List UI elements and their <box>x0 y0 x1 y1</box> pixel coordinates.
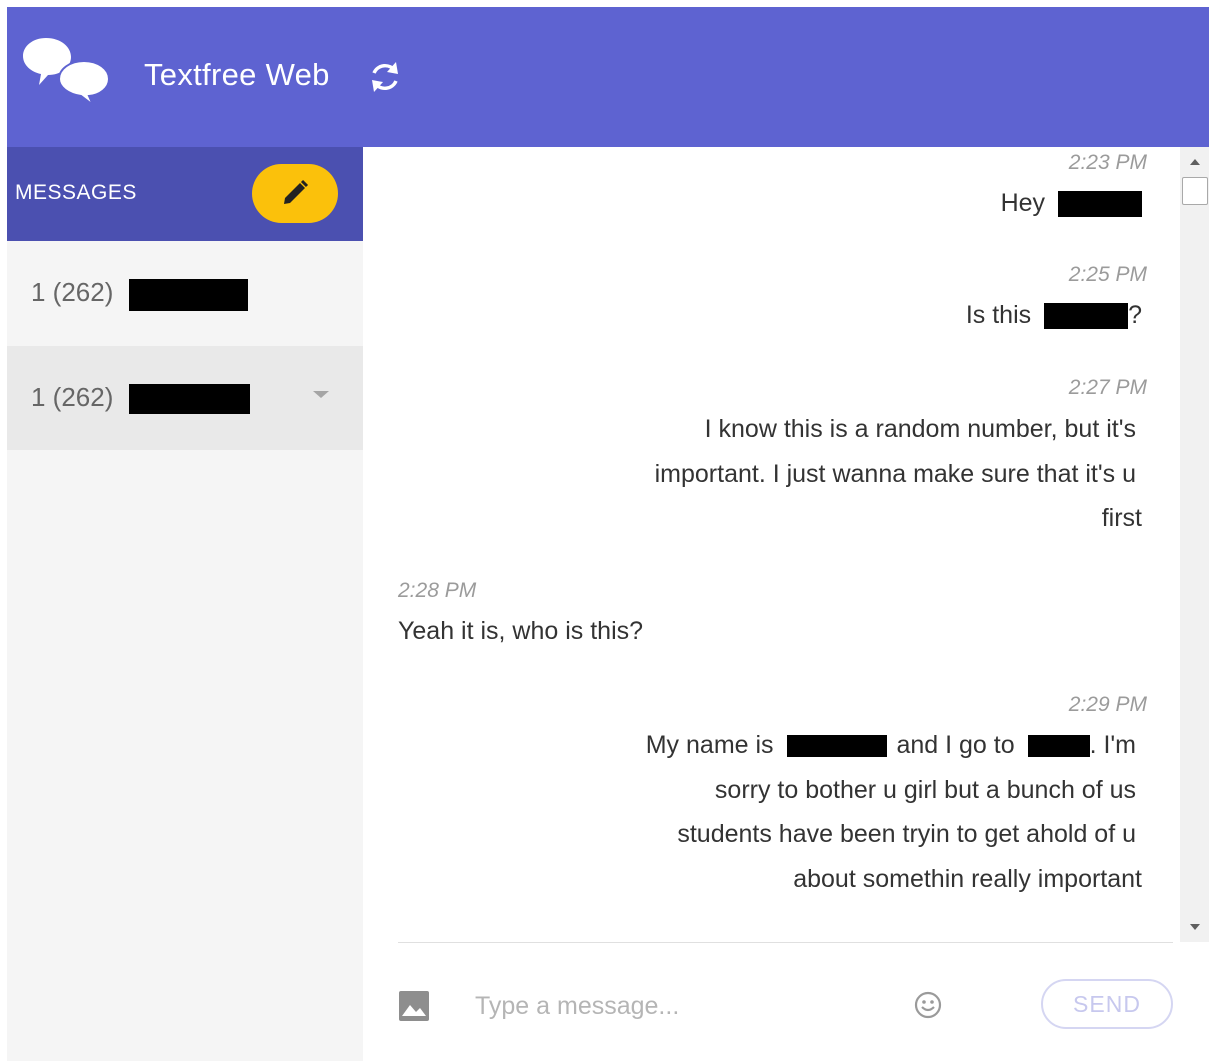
refresh-icon[interactable] <box>365 57 405 97</box>
conversation-item[interactable]: 1 (262) <box>7 241 363 345</box>
message-line: important. I just wanna make sure that i… <box>654 460 1136 488</box>
chat-panel: 2:23 PM Hey 2:25 PM Is this ? 2:27 PM I … <box>363 147 1209 1061</box>
send-button[interactable]: SEND <box>1041 979 1173 1029</box>
message-timestamp: 2:28 PM <box>398 579 477 602</box>
conversation-number: 1 (262) <box>31 382 114 412</box>
scroll-up-arrow[interactable] <box>1190 159 1200 165</box>
message-text: Hey <box>1000 189 1046 217</box>
message-timestamp: 2:29 PM <box>1068 693 1147 716</box>
pencil-icon <box>284 179 309 204</box>
messages-label: MESSAGES <box>15 181 137 204</box>
redacted-number <box>129 279 248 311</box>
outgoing-message: Is this ? <box>966 301 1142 330</box>
scrollbar[interactable] <box>1180 147 1209 942</box>
image-icon[interactable] <box>398 990 430 1022</box>
app-window: Textfree Web MESSAGES 1 (262) 1 (262) 2:… <box>7 7 1209 1061</box>
redacted-text <box>1058 191 1142 218</box>
message-line: My name is and I go to . I'm <box>646 731 1136 760</box>
message-line: first <box>1101 504 1142 532</box>
sidebar: MESSAGES 1 (262) 1 (262) <box>7 147 363 1061</box>
message-text: Is this <box>965 301 1032 329</box>
conversation-item-selected[interactable]: 1 (262) <box>7 346 363 450</box>
scroll-thumb[interactable] <box>1182 177 1208 205</box>
message-timestamp: 2:25 PM <box>1068 263 1147 286</box>
emoji-icon[interactable] <box>911 988 945 1022</box>
message-text: . I'm <box>1089 731 1136 759</box>
outgoing-message: Hey <box>1001 189 1142 218</box>
chat-bubbles-icon <box>23 38 111 105</box>
message-input[interactable] <box>473 985 897 1027</box>
conversation-number: 1 (262) <box>31 277 114 307</box>
message-line: I know this is a random number, but it's <box>704 415 1136 443</box>
composer-divider <box>398 942 1173 943</box>
message-line: sorry to bother u girl but a bunch of us <box>714 776 1136 804</box>
message-line: about somethin really important <box>793 865 1142 893</box>
scroll-down-arrow[interactable] <box>1190 924 1200 930</box>
message-line: students have been tryin to get ahold of… <box>677 820 1136 848</box>
sidebar-header: MESSAGES <box>7 147 363 241</box>
message-text: ? <box>1128 301 1142 329</box>
redacted-text <box>786 735 887 758</box>
message-text: and I go to <box>896 731 1015 759</box>
top-bar: Textfree Web <box>7 7 1209 147</box>
incoming-message: Yeah it is, who is this? <box>398 617 644 645</box>
message-text: My name is <box>645 731 774 759</box>
message-timestamp: 2:23 PM <box>1068 151 1147 174</box>
redacted-text <box>1027 735 1090 758</box>
chevron-down-icon[interactable] <box>313 391 329 398</box>
redacted-number <box>129 384 250 414</box>
message-timestamp: 2:27 PM <box>1068 376 1147 399</box>
compose-button[interactable] <box>252 164 338 223</box>
app-title: Textfree Web <box>144 57 330 92</box>
redacted-text <box>1044 303 1129 330</box>
